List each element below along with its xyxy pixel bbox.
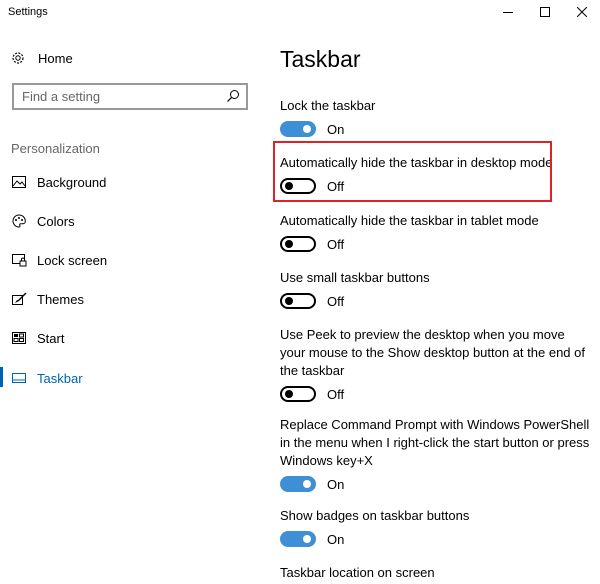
picture-icon: [11, 174, 27, 190]
home-label: Home: [38, 50, 73, 66]
brush-icon: [11, 291, 27, 307]
section-title-personalization: Personalization: [11, 141, 100, 156]
setting-badges: Show badges on taskbar buttons On: [280, 507, 590, 548]
sidebar-item-background[interactable]: Background: [0, 171, 260, 193]
toggle-switch[interactable]: [280, 236, 316, 252]
taskbar-icon: [11, 370, 27, 386]
page-title: Taskbar: [280, 46, 361, 72]
sidebar-item-label: Themes: [37, 291, 84, 307]
lock-screen-icon: [11, 252, 27, 268]
setting-small-buttons: Use small taskbar buttons Off: [280, 269, 590, 310]
main-content: Taskbar Lock the taskbar On Automaticall…: [280, 26, 600, 584]
setting-label: Use small taskbar buttons: [280, 270, 430, 285]
setting-label: Lock the taskbar: [280, 98, 376, 113]
toggle-state: Off: [327, 386, 345, 402]
search-input[interactable]: Find a setting: [12, 83, 248, 110]
setting-lock-taskbar: Lock the taskbar On: [280, 97, 590, 138]
toggle-state: Off: [327, 293, 345, 309]
toggle-switch[interactable]: [280, 531, 316, 547]
setting-location: Taskbar location on screen: [280, 564, 590, 582]
toggle-state: On: [327, 121, 345, 137]
search-icon: [227, 90, 239, 102]
active-indicator: [0, 367, 3, 387]
sidebar-item-label: Start: [37, 330, 65, 346]
sidebar-item-lock-screen[interactable]: Lock screen: [0, 249, 260, 271]
setting-label: Automatically hide the taskbar in tablet…: [280, 213, 539, 228]
sidebar-item-label: Lock screen: [37, 252, 108, 268]
toggle-switch[interactable]: [280, 476, 316, 492]
sidebar: Home Find a setting Personalization Back…: [0, 26, 260, 584]
sidebar-item-colors[interactable]: Colors: [0, 210, 260, 232]
start-menu-icon: [11, 330, 27, 346]
sidebar-item-taskbar[interactable]: Taskbar: [0, 367, 260, 389]
sidebar-item-label: Colors: [37, 213, 75, 229]
toggle-switch[interactable]: [280, 386, 316, 402]
palette-icon: [11, 213, 27, 229]
close-button[interactable]: [564, 0, 600, 24]
close-icon: [577, 7, 587, 17]
setting-auto-hide-tablet: Automatically hide the taskbar in tablet…: [280, 212, 590, 253]
minimize-icon: [503, 12, 513, 13]
toggle-state: Off: [327, 236, 345, 252]
toggle-switch[interactable]: [280, 293, 316, 309]
maximize-button[interactable]: [527, 0, 563, 24]
minimize-button[interactable]: [490, 0, 526, 24]
home-link[interactable]: Home: [10, 48, 73, 68]
highlight-box: [273, 141, 552, 202]
sidebar-item-start[interactable]: Start: [0, 327, 260, 349]
sidebar-item-label: Taskbar: [37, 370, 83, 386]
setting-label: Taskbar location on screen: [280, 565, 435, 580]
search-placeholder: Find a setting: [22, 89, 101, 104]
setting-label: Use Peek to preview the desktop when you…: [280, 327, 585, 378]
toggle-switch[interactable]: [280, 121, 316, 137]
sidebar-item-themes[interactable]: Themes: [0, 288, 260, 310]
setting-peek: Use Peek to preview the desktop when you…: [280, 326, 590, 403]
setting-label: Show badges on taskbar buttons: [280, 508, 470, 523]
gear-icon: [12, 52, 24, 64]
title-bar: Settings: [0, 0, 600, 26]
maximize-icon: [540, 7, 550, 17]
setting-powershell: Replace Command Prompt with Windows Powe…: [280, 416, 590, 493]
setting-label: Replace Command Prompt with Windows Powe…: [280, 417, 590, 468]
toggle-state: On: [327, 476, 345, 492]
window-title: Settings: [8, 6, 48, 18]
sidebar-item-label: Background: [37, 174, 107, 190]
toggle-state: On: [327, 531, 345, 547]
